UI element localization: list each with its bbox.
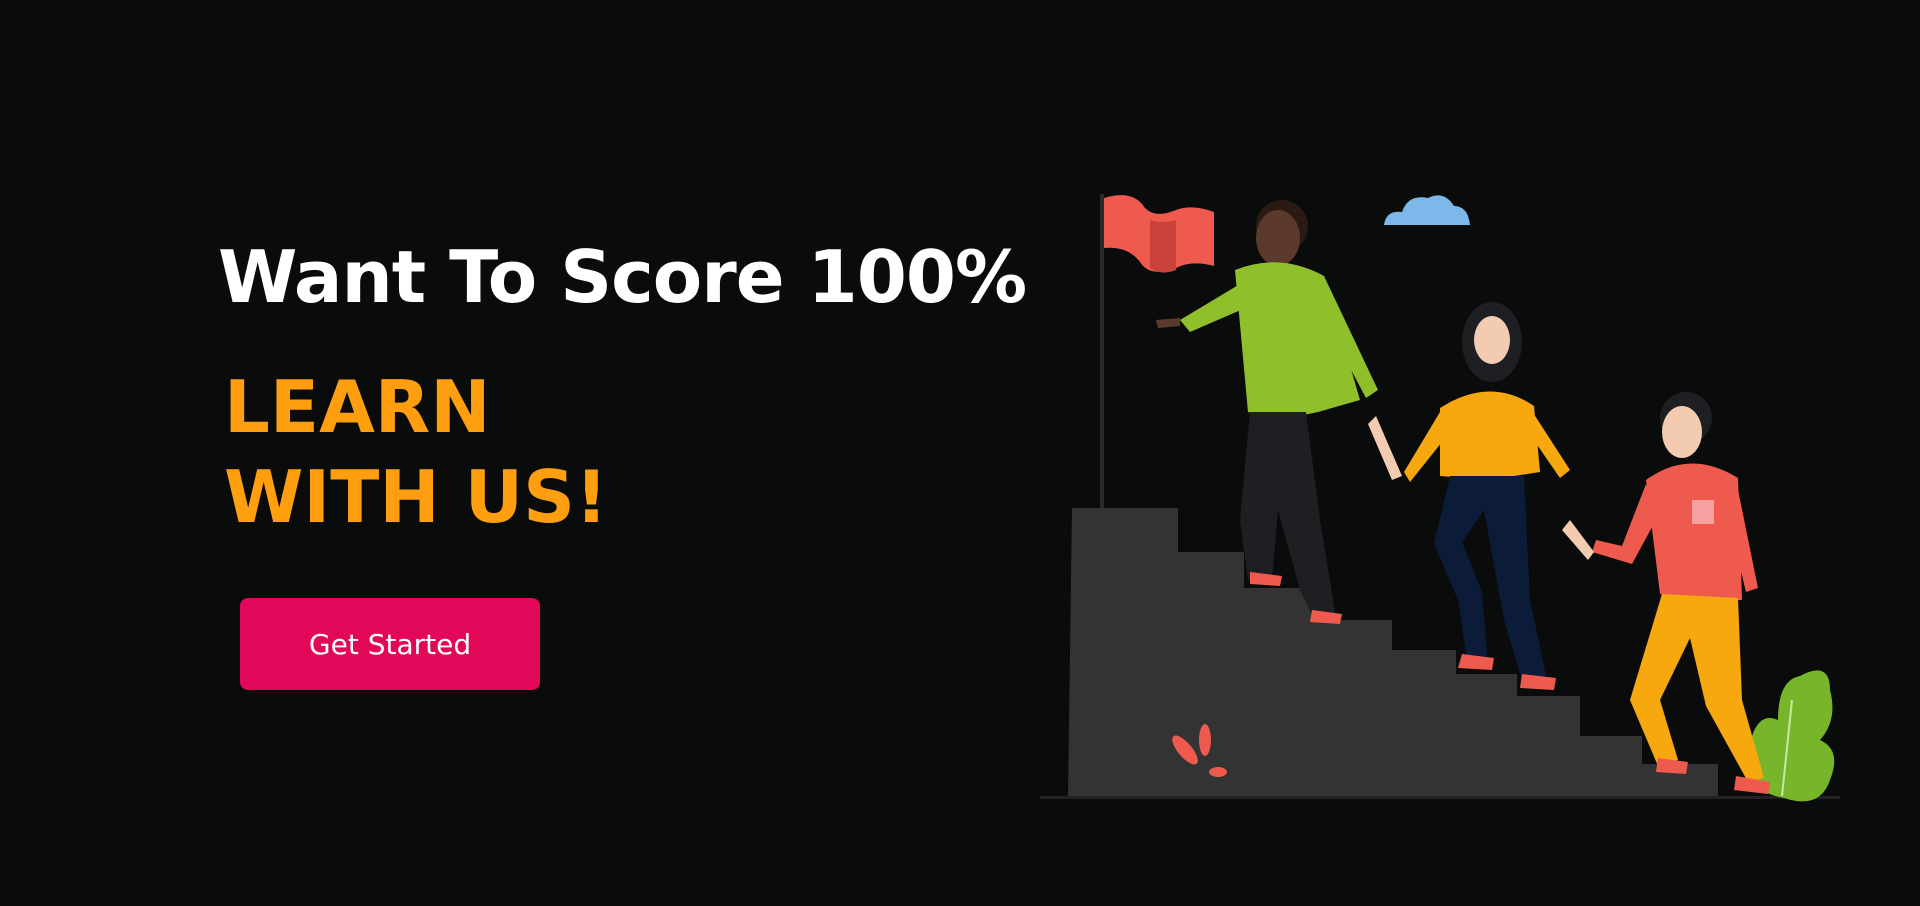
hero-text: Want To Score 100% LEARN WITH US! bbox=[218, 232, 1027, 542]
person-yellow-shirt bbox=[1368, 302, 1570, 690]
flag-icon bbox=[1100, 194, 1214, 512]
tagline-line-2: WITH US! bbox=[224, 455, 608, 539]
person-red-shirt bbox=[1562, 392, 1770, 794]
tagline-line-1: LEARN bbox=[224, 365, 491, 449]
cloud-icon bbox=[1384, 195, 1470, 225]
get-started-button[interactable]: Get Started bbox=[240, 598, 540, 690]
stairs-illustration bbox=[1040, 194, 1840, 802]
hero-headline: Want To Score 100% bbox=[218, 235, 1027, 319]
hero-tagline: LEARN WITH US! bbox=[224, 362, 978, 542]
